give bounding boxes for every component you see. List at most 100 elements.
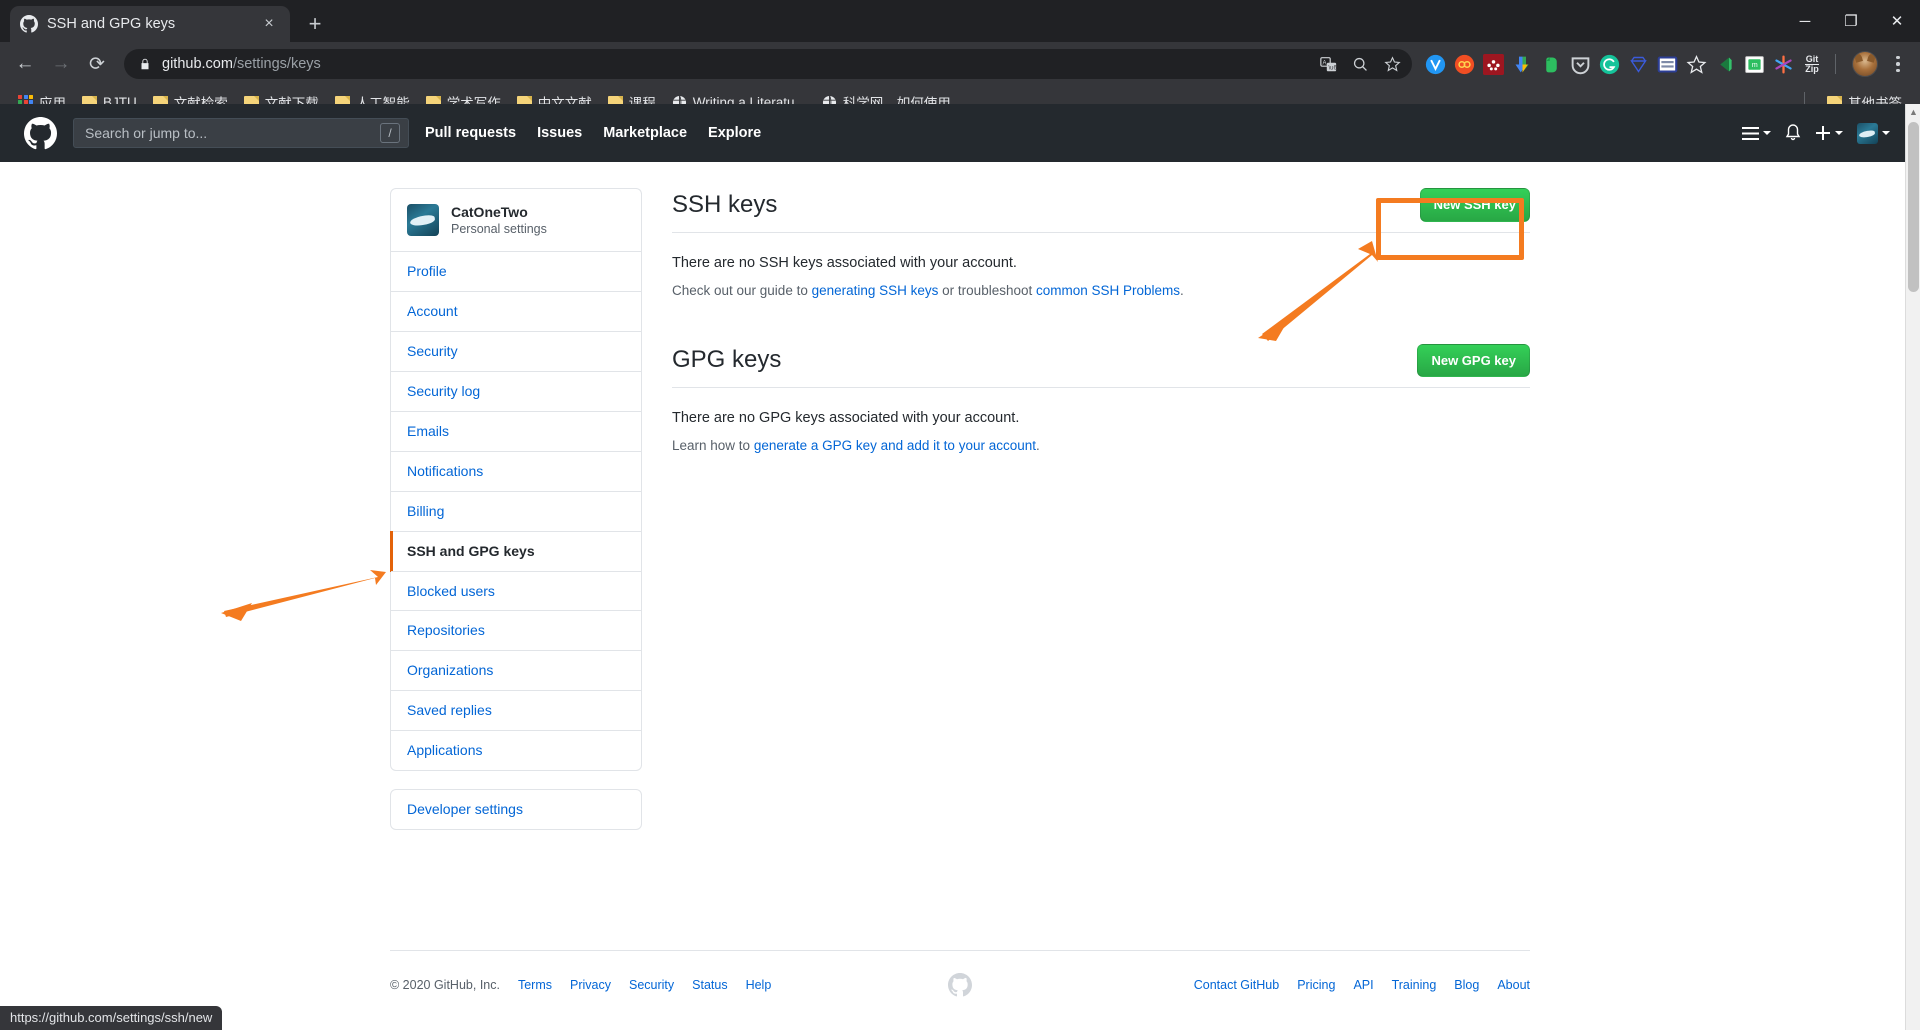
github-mark-icon[interactable] [24,116,57,150]
sidebar-item-account[interactable]: Account [391,291,641,331]
nav-marketplace[interactable]: Marketplace [603,125,687,141]
help-suffix: . [1036,438,1040,453]
lock-icon [141,58,149,70]
maximize-button[interactable]: ❐ [1828,0,1874,42]
address-bar[interactable]: github.com/settings/keys A\u6587 [124,49,1412,79]
svg-text:\u6587: \u6587 [1328,65,1337,71]
sidebar-item-developer-settings[interactable]: Developer settings [391,790,641,829]
new-tab-button[interactable]: + [298,7,332,41]
footer-link-about[interactable]: About [1497,978,1530,992]
browser-toolbar: ← → ⟳ github.com/settings/keys A\u6587 [0,42,1920,86]
footer-link-status[interactable]: Status [692,978,727,992]
ssh-keys-help-text: Check out our guide to generating SSH ke… [672,283,1530,298]
nav-explore[interactable]: Explore [708,125,761,141]
sidebar-item-profile[interactable]: Profile [391,252,641,291]
hamburger-menu-icon[interactable] [1742,126,1771,141]
sidebar-item-billing[interactable]: Billing [391,490,641,531]
window-controls: ─ ❐ ✕ [1782,0,1920,42]
back-button[interactable]: ← [8,47,42,81]
footer-link-training[interactable]: Training [1392,978,1437,992]
footer-link-terms[interactable]: Terms [518,978,552,992]
account-card[interactable]: CatOneTwo Personal settings [390,188,642,252]
asterisk-extension-icon[interactable] [1770,51,1796,77]
green-square-extension-icon[interactable]: m [1741,51,1767,77]
sidebar-item-notifications[interactable]: Notifications [391,450,641,491]
forward-button[interactable]: → [44,47,78,81]
chevron-down-icon [1763,131,1771,135]
sidebar-item-blocked-users[interactable]: Blocked users [391,570,641,611]
bookmark-star-icon[interactable] [1378,50,1406,78]
sidebar-item-repositories[interactable]: Repositories [391,610,641,650]
nav-pull-requests[interactable]: Pull requests [425,125,516,141]
mendeley-extension-icon[interactable] [1480,51,1506,77]
sidebar-item-saved-replies[interactable]: Saved replies [391,690,641,730]
sidebar-item-applications[interactable]: Applications [391,730,641,770]
green-triangle-extension-icon[interactable] [1712,51,1738,77]
tab-close-icon[interactable]: × [258,13,280,35]
search-placeholder: Search or jump to... [85,125,208,141]
search-icon[interactable] [1346,50,1374,78]
download-extension-icon[interactable] [1509,51,1535,77]
notifications-bell-icon[interactable] [1785,124,1801,142]
reload-button[interactable]: ⟳ [80,47,114,81]
star-extension-icon[interactable] [1683,51,1709,77]
scroll-up-arrow[interactable]: ▲ [1906,104,1920,120]
footer-link-help[interactable]: Help [746,978,772,992]
ssh-keys-header: SSH keys New SSH key [672,188,1530,233]
avatar [407,204,439,237]
avatar [1857,122,1878,144]
footer-link-security[interactable]: Security [629,978,674,992]
page-viewport: Search or jump to... / Pull requests Iss… [0,104,1920,1030]
gitzip-extension-icon[interactable]: Git Zip [1799,51,1825,77]
chrome-menu-button[interactable] [1884,55,1912,73]
new-ssh-key-button[interactable]: New SSH key [1419,188,1530,222]
copyright: © 2020 GitHub, Inc. [390,978,500,993]
help-middle: or troubleshoot [938,282,1036,298]
sidebar-nav-list: Profile Account Security Security log Em… [390,251,642,772]
toolbar-divider [1835,54,1836,74]
diamond-extension-icon[interactable] [1625,51,1651,77]
gitzip-top-label: Git [1805,53,1819,64]
footer-link-privacy[interactable]: Privacy [570,978,611,992]
browser-profile-avatar[interactable] [1852,51,1878,77]
common-ssh-problems-link[interactable]: common SSH Problems [1036,283,1180,298]
footer-link-api[interactable]: API [1353,978,1373,992]
search-input[interactable]: Search or jump to... / [73,118,409,148]
minimize-button[interactable]: ─ [1782,0,1828,42]
nav-issues[interactable]: Issues [537,125,582,141]
chevron-down-icon [1882,131,1890,135]
plus-icon[interactable] [1815,125,1843,141]
tab-title: SSH and GPG keys [47,16,176,32]
sidebar-item-security-log[interactable]: Security log [391,371,641,411]
help-prefix: Check out our guide to [672,282,812,298]
generate-gpg-key-link[interactable]: generate a GPG key and add it to your ac… [754,438,1036,453]
user-avatar[interactable] [1857,122,1890,144]
github-icon [20,15,38,33]
translate-icon[interactable]: A\u6587 [1314,50,1342,78]
footer-link-contact-github[interactable]: Contact GitHub [1194,978,1279,992]
reader-extension-icon[interactable] [1654,51,1680,77]
sidebar-item-ssh-and-gpg-keys[interactable]: SSH and GPG keys [390,530,641,572]
help-prefix: Learn how to [672,438,754,453]
page-scrollbar[interactable]: ▲ [1905,104,1920,1030]
pocket-extension-icon[interactable] [1567,51,1593,77]
close-window-button[interactable]: ✕ [1874,0,1920,42]
browser-tab[interactable]: SSH and GPG keys × [10,6,290,42]
vimium-extension-icon[interactable] [1422,51,1448,77]
gpg-keys-empty-message: There are no GPG keys associated with yo… [672,410,1020,426]
github-mark-icon [948,973,972,997]
github-header: Search or jump to... / Pull requests Iss… [0,104,1920,162]
developer-settings-list: Developer settings [390,789,642,830]
page-title: SSH keys [672,190,778,218]
sidebar-item-security[interactable]: Security [391,331,641,371]
generating-ssh-keys-link[interactable]: generating SSH keys [812,283,939,298]
scrollbar-thumb[interactable] [1908,122,1919,292]
footer-link-blog[interactable]: Blog [1454,978,1479,992]
sidebar-item-emails[interactable]: Emails [391,411,641,451]
new-gpg-key-button[interactable]: New GPG key [1417,343,1530,377]
grammarly-extension-icon[interactable] [1596,51,1622,77]
infinity-extension-icon[interactable] [1451,51,1477,77]
evernote-extension-icon[interactable] [1538,51,1564,77]
footer-link-pricing[interactable]: Pricing [1297,978,1335,992]
sidebar-item-organizations[interactable]: Organizations [391,650,641,690]
